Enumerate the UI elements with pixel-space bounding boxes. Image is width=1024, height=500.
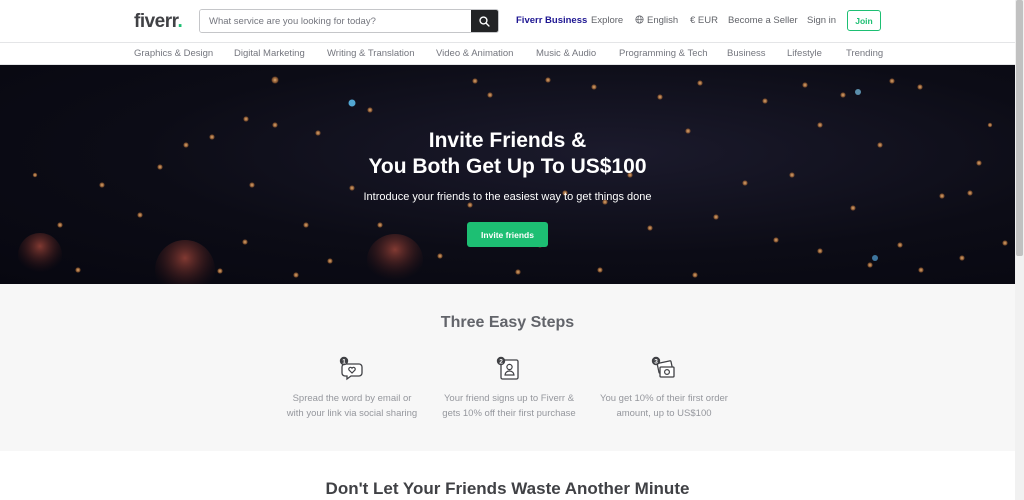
step-1: 1 Spread the word by email or with your … [283,356,421,421]
search-button[interactable] [471,10,498,32]
nav-become-seller[interactable]: Become a Seller [728,15,798,26]
nav-sign-in[interactable]: Sign in [807,15,836,26]
category-graphics-design[interactable]: Graphics & Design [134,48,213,59]
nav-explore[interactable]: Explore [591,15,623,26]
nav-language[interactable]: English [635,15,678,26]
globe-icon [635,15,644,24]
category-digital-marketing[interactable]: Digital Marketing [234,48,305,59]
step-3-number: 3 [654,359,658,366]
steps-title: Three Easy Steps [440,314,575,331]
page: fiverr. Fiverr Business Explore English … [0,0,1024,500]
hero-title-line2: You Both Get Up To US$100 [368,155,647,178]
category-video-animation[interactable]: Video & Animation [436,48,513,59]
invite-friends-button[interactable]: Invite friends [467,222,548,247]
category-menu: Graphics & Design Digital Marketing Writ… [0,43,1018,65]
category-lifestyle[interactable]: Lifestyle [787,48,822,59]
category-music-audio[interactable]: Music & Audio [536,48,596,59]
hero-subtitle: Introduce your friends to the easiest wa… [363,191,652,203]
step-1-number: 1 [342,359,346,366]
speech-heart-icon: 1 [339,356,363,381]
category-programming-tech[interactable]: Programming & Tech [619,48,708,59]
step-2-text: Your friend signs up to Fiverr & gets 10… [442,393,576,419]
nav-currency[interactable]: € EUR [690,15,718,26]
hero-title: Invite Friends & You Both Get Up To US$1… [0,128,1015,180]
bottom-title: Don't Let Your Friends Waste Another Min… [325,479,690,498]
join-button[interactable]: Join [847,10,881,31]
scrollbar-thumb[interactable] [1016,0,1023,256]
hero-banner: Invite Friends & You Both Get Up To US$1… [0,65,1015,284]
search-input[interactable] [200,10,471,32]
nav-fiverr-business[interactable]: Fiverr Business [516,15,587,26]
fiverr-logo[interactable]: fiverr. [134,11,183,33]
category-writing-translation[interactable]: Writing & Translation [327,48,414,59]
bottom-section: Don't Let Your Friends Waste Another Min… [0,451,1015,500]
step-1-text: Spread the word by email or with your li… [286,393,418,419]
search-bar [199,9,499,33]
top-header: fiverr. Fiverr Business Explore English … [0,0,1018,43]
category-trending[interactable]: Trending [846,48,883,59]
category-business[interactable]: Business [727,48,766,59]
search-icon [479,15,490,27]
step-2-number: 2 [499,359,503,366]
three-steps-section: Three Easy Steps 1 Spread the word by em… [0,284,1015,451]
money-reward-icon: 3 [651,356,675,378]
step-2: 2 Your friend signs up to Fiverr & gets … [440,356,578,421]
step-3: 3 You get 10% of their first order amoun… [595,356,733,421]
step-3-text: You get 10% of their first order amount,… [600,393,728,419]
hero-title-line1: Invite Friends & [428,129,587,152]
page-scrollbar[interactable] [1015,0,1024,500]
signup-profile-icon: 2 [496,356,519,380]
